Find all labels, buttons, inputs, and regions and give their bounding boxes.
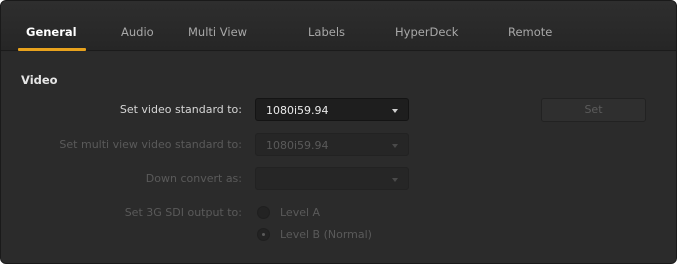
multi-view-standard-label: Set multi view video standard to:	[59, 138, 242, 151]
set-button[interactable]: Set	[541, 98, 646, 122]
sdi-output-label: Set 3G SDI output to:	[124, 206, 242, 219]
tab-general[interactable]: General	[26, 25, 77, 39]
tab-audio[interactable]: Audio	[121, 25, 154, 39]
general-settings-panel: Video Set video standard to: 1080i59.94 …	[1, 52, 676, 263]
video-standard-value: 1080i59.94	[266, 104, 329, 117]
radio-level-a[interactable]	[257, 206, 270, 219]
multi-view-standard-value: 1080i59.94	[266, 139, 329, 152]
tab-multi-view[interactable]: Multi View	[188, 25, 247, 39]
section-title-video: Video	[21, 73, 58, 87]
tab-bar: General Audio Multi View Labels HyperDec…	[1, 1, 676, 51]
tab-remote[interactable]: Remote	[508, 25, 552, 39]
radio-level-b[interactable]	[257, 228, 270, 241]
active-tab-indicator	[18, 48, 86, 51]
chevron-down-icon	[392, 144, 398, 148]
video-standard-select[interactable]: 1080i59.94	[255, 98, 409, 121]
radio-level-b-label: Level B (Normal)	[280, 228, 372, 241]
tab-labels[interactable]: Labels	[308, 25, 345, 39]
tab-hyperdeck[interactable]: HyperDeck	[395, 25, 458, 39]
settings-window: General Audio Multi View Labels HyperDec…	[0, 0, 677, 264]
video-standard-label: Set video standard to:	[119, 103, 242, 116]
multi-view-standard-select[interactable]: 1080i59.94	[255, 133, 409, 156]
chevron-down-icon	[392, 109, 398, 113]
down-convert-label: Down convert as:	[145, 172, 242, 185]
chevron-down-icon	[392, 178, 398, 182]
radio-level-a-label: Level A	[280, 206, 321, 219]
down-convert-select[interactable]	[255, 167, 409, 190]
